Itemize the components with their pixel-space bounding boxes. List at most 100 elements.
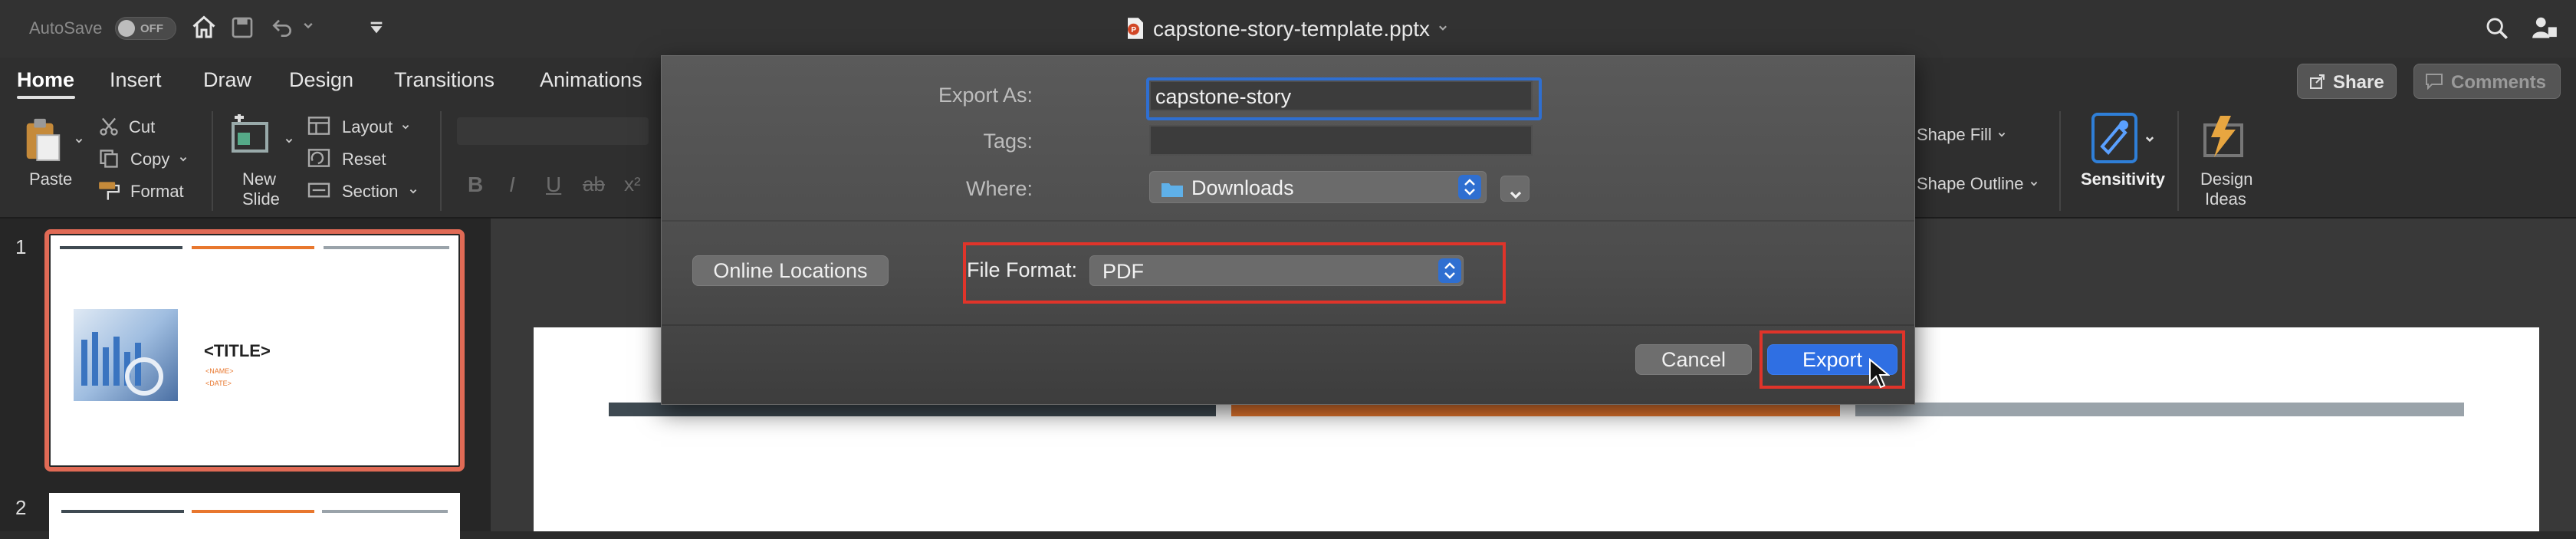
paste-label: Paste [29,169,73,189]
slide-thumbnail-1[interactable]: <TITLE> <NAME> <DATE> [51,235,458,465]
file-format-stepper-icon [1438,258,1461,283]
font-name-box[interactable] [457,117,649,145]
shape-outline-label[interactable]: Shape Outline [1917,174,2023,194]
thumb-name: <NAME> [205,367,234,375]
toggle-knob [118,20,135,37]
folder-icon [1161,179,1184,203]
search-icon[interactable] [2484,15,2510,45]
autosave-toggle[interactable]: OFF [115,17,176,40]
underline-icon[interactable]: U [546,173,561,197]
tab-home[interactable]: Home [17,68,74,92]
thumb-bar-gray [324,246,449,249]
slide-thumbnail-pane: 1 <TITLE> <NAME> <DATE> 2 [0,219,491,539]
undo-dropdown-icon[interactable] [302,20,314,36]
paste-dropdown-icon[interactable] [74,136,84,150]
paste-icon[interactable] [23,117,63,166]
thumb-bar-orange [192,246,314,249]
home-icon[interactable] [190,14,218,45]
italic-icon[interactable]: I [509,173,515,197]
slide-thumbnail-2[interactable] [49,493,460,539]
ribbon-separator [440,111,442,211]
slide-bar-gray [1855,403,2464,416]
where-value: Downloads [1191,176,1294,199]
tags-label: Tags: [983,130,1033,153]
section-label[interactable]: Section [342,182,398,202]
ribbon-separator [212,111,213,211]
layout-label[interactable]: Layout [342,117,393,137]
share-label: Share [2333,72,2384,93]
layout-dropdown-icon[interactable] [400,122,411,136]
export-as-input[interactable]: capstone-story [1149,81,1533,111]
chart-image [74,309,178,401]
tab-insert[interactable]: Insert [110,68,162,92]
dialog-divider [662,324,1914,326]
superscript-icon[interactable]: x² [624,173,641,196]
cancel-button[interactable]: Cancel [1635,344,1752,375]
export-label: Export [1802,348,1863,371]
new-slide-icon[interactable] [228,113,274,161]
svg-text:P: P [1131,26,1136,35]
section-icon[interactable] [307,180,331,204]
expand-dialog-button[interactable] [1500,176,1530,202]
cut-label[interactable]: Cut [129,117,155,137]
thumb-date: <DATE> [205,380,232,387]
where-popup[interactable]: Downloads [1149,171,1487,203]
comment-icon [2425,73,2443,95]
save-icon[interactable] [230,15,255,44]
reset-icon[interactable] [307,148,331,172]
cancel-label: Cancel [1661,348,1727,371]
design-ideas-label-2: Ideas [2205,189,2246,209]
share-button[interactable]: Share [2297,64,2397,99]
format-label[interactable]: Format [130,182,184,202]
file-format-label: File Format: [966,258,1077,281]
thumb-bar-orange [192,510,314,513]
tab-transitions[interactable]: Transitions [394,68,495,92]
design-ideas-icon[interactable] [2199,113,2248,164]
share-icon [2308,72,2327,96]
cut-icon[interactable] [98,116,120,141]
active-tab-indicator [17,96,75,99]
new-slide-label-2: Slide [242,189,280,209]
new-slide-label-1: New [242,169,277,189]
comments-button[interactable]: Comments [2413,64,2561,99]
bold-icon[interactable]: B [468,173,483,197]
layout-icon[interactable] [307,116,331,140]
section-dropdown-icon[interactable] [408,186,419,200]
shape-outline-dropdown-icon[interactable] [2029,179,2039,192]
sensitivity-icon[interactable] [2091,113,2137,167]
copy-label[interactable]: Copy [130,150,169,169]
file-format-value: PDF [1102,260,1144,283]
title-chevron-icon[interactable] [1437,23,1449,38]
shape-fill-label[interactable]: Shape Fill [1917,125,1992,145]
strikethrough-icon[interactable]: ab [583,173,605,196]
powerpoint-file-icon: P [1125,17,1145,44]
document-title[interactable]: capstone-story-template.pptx [1153,17,1430,41]
undo-icon[interactable] [268,15,296,44]
sensitivity-dropdown-icon[interactable] [2144,134,2156,149]
online-locations-button[interactable]: Online Locations [692,255,889,286]
tab-animations[interactable]: Animations [540,68,642,92]
export-dialog: Export As: capstone-story Tags: Where: D… [661,55,1915,405]
dialog-divider [662,220,1914,222]
shape-fill-dropdown-icon[interactable] [1996,130,2007,143]
tab-draw[interactable]: Draw [203,68,251,92]
thumb-bar-slate [60,246,182,249]
customize-toolbar-icon[interactable] [368,20,385,39]
copy-icon[interactable] [98,148,120,173]
reset-label[interactable]: Reset [342,150,386,169]
copy-dropdown-icon[interactable] [178,154,189,168]
autosave-label: AutoSave [29,18,103,38]
tab-design[interactable]: Design [289,68,353,92]
design-ideas-label-1: Design [2200,169,2253,189]
tags-input[interactable] [1149,125,1533,156]
new-slide-dropdown-icon[interactable] [284,136,294,150]
title-bar: AutoSave OFF P capstone-story-template.p… [0,0,2576,58]
export-as-label: Export As: [938,84,1033,107]
format-painter-icon[interactable] [97,180,121,205]
file-format-popup[interactable]: PDF [1089,255,1464,286]
online-locations-label: Online Locations [713,259,868,282]
account-icon[interactable] [2530,14,2559,47]
thumb-bar-slate [61,510,184,513]
slide-number: 1 [15,235,27,258]
chevron-down-icon [1508,183,1523,207]
